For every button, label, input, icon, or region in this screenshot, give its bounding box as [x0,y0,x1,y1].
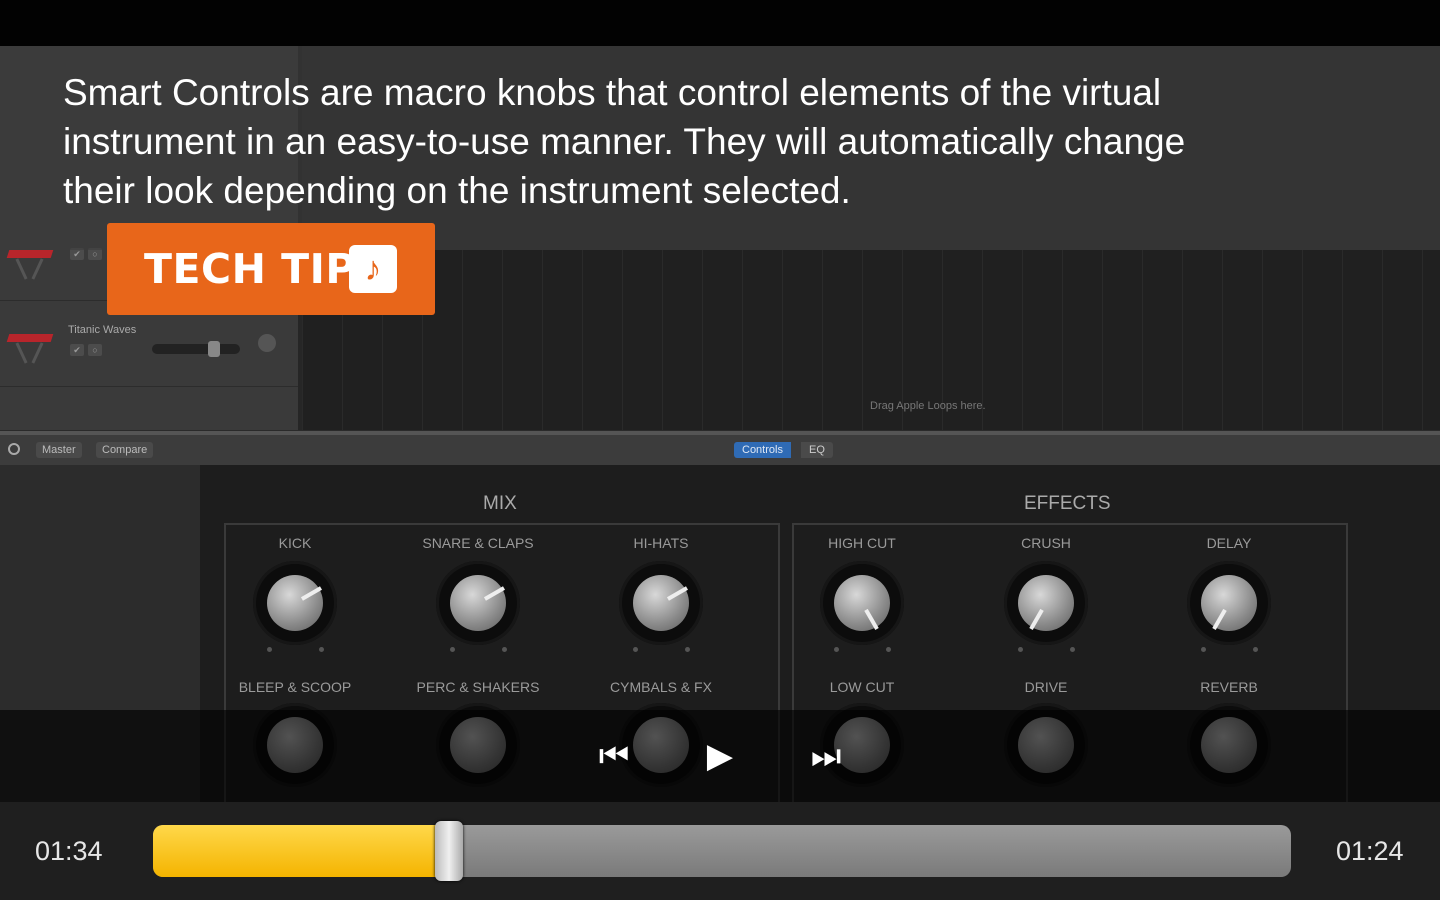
video-frame[interactable]: ✔ ○ Titanic Waves ✔ ○ Drag Apple Loops h… [0,46,1440,802]
progress-area: 01:34 01:24 [0,802,1440,900]
tech-tip-badge: TECH TIP ♪ [107,223,435,315]
skip-back-icon[interactable]: ⏮ [594,736,634,776]
remaining-time: 01:24 [1336,836,1404,866]
knob-label-hi-hats: HI-HATS [633,535,689,551]
master-button[interactable]: Master [36,442,82,458]
knob-label-kick: KICK [278,535,312,551]
track-row[interactable]: Titanic Waves ✔ ○ [0,308,298,387]
knob-high-cut[interactable] [820,561,904,652]
track-pan-knob[interactable] [258,334,276,352]
knob-label-reverb: REVERB [1200,679,1258,695]
caption-text: Smart Controls are macro knobs that cont… [63,68,1353,215]
tab-controls[interactable]: Controls [734,442,791,458]
knob-crush[interactable] [1004,561,1088,652]
mix-title: MIX [483,493,517,514]
track-solo-button[interactable]: ○ [88,344,102,356]
track-name: Titanic Waves [68,324,137,336]
power-icon[interactable] [8,443,20,455]
top-bar [0,0,1440,46]
knob-hi-hats[interactable] [619,561,703,652]
knob-label-perc-shakers: PERC & SHAKERS [416,679,540,695]
elapsed-time: 01:34 [35,836,103,866]
knob-label-cymbals-fx: CYMBALS & FX [610,679,712,695]
knob-delay[interactable] [1187,561,1271,652]
tab-eq[interactable]: EQ [801,442,833,458]
knob-label-drive: DRIVE [1024,679,1068,695]
track-mute-button[interactable]: ✔ [70,344,84,356]
effects-title: EFFECTS [1024,493,1111,514]
caption-line: Smart Controls are macro knobs that cont… [63,72,1162,113]
logo-icon: ♪ [349,245,397,293]
play-icon[interactable]: ▶ [700,736,740,776]
drag-hint: Drag Apple Loops here. [870,400,986,412]
caption-line: instrument in an easy-to-use manner. The… [63,121,1186,162]
compare-button[interactable]: Compare [96,442,154,458]
knob-label-low-cut: LOW CUT [829,679,895,695]
tech-tip-label: TECH TIP [144,245,356,293]
transport-controls: ⏮ ▶ ⏭ [0,710,1440,802]
seek-thumb[interactable] [434,821,463,881]
seek-bar-fill [153,825,449,877]
track-volume-slider[interactable] [152,341,240,357]
knob-label-delay: DELAY [1206,535,1252,551]
knob-label-high-cut: HIGH CUT [828,535,896,551]
knob-kick[interactable] [253,561,337,652]
caption-overlay: Smart Controls are macro knobs that cont… [0,46,1440,250]
seek-bar[interactable] [153,825,1291,877]
keyboard-icon [6,326,54,366]
knob-label-snare-claps: SNARE & CLAPS [422,535,534,551]
smart-controls-header: Master Compare Controls EQ [0,431,1440,465]
skip-forward-icon[interactable]: ⏭ [806,736,846,776]
knob-label-bleep-scoop: BLEEP & SCOOP [238,679,352,695]
caption-line: their look depending on the instrument s… [63,170,851,211]
knob-label-crush: CRUSH [1021,535,1071,551]
knob-snare-claps[interactable] [436,561,520,652]
